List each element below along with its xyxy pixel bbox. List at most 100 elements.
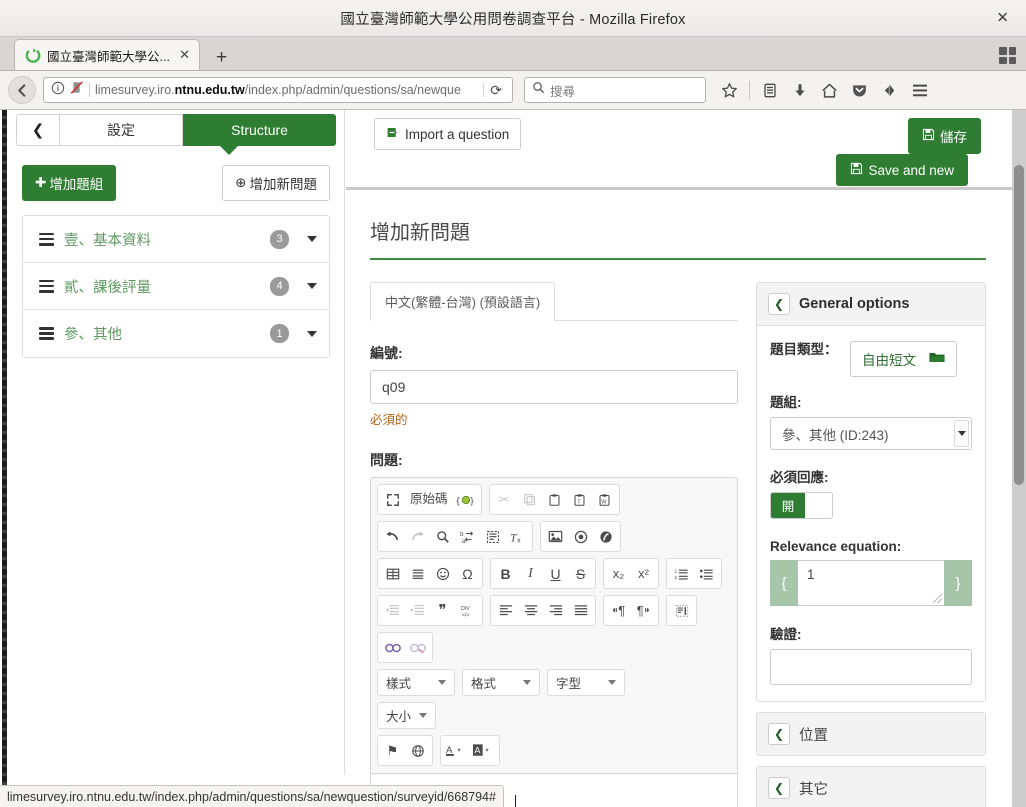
add-new-question-button[interactable]: ⊕ 增加新問題	[222, 165, 330, 201]
globe-icon[interactable]	[405, 738, 430, 763]
chevron-down-icon[interactable]	[954, 420, 969, 447]
unlink-icon[interactable]	[405, 635, 430, 660]
drag-handle-icon[interactable]	[39, 232, 54, 246]
save-and-new-button[interactable]: Save and new	[836, 154, 968, 186]
flash-icon[interactable]	[593, 524, 618, 549]
chevron-down-icon[interactable]	[307, 236, 317, 242]
question-type-button[interactable]: 自由短文	[850, 341, 957, 377]
chevron-down-icon[interactable]	[307, 283, 317, 289]
position-panel-header[interactable]: ❮ 位置	[757, 713, 985, 755]
paste-icon[interactable]	[542, 487, 567, 512]
back-arrow-icon[interactable]	[8, 76, 36, 104]
chevron-left-icon[interactable]: ❮	[768, 723, 790, 745]
question-group-row[interactable]: 貳、課後評量 4	[23, 263, 329, 310]
numbered-list-icon[interactable]: 1 2	[669, 561, 694, 586]
library-icon[interactable]	[756, 77, 783, 104]
paste-from-word-icon[interactable]: W	[592, 487, 617, 512]
strikethrough-icon[interactable]: S	[568, 561, 593, 586]
page-info-icon[interactable]	[51, 81, 65, 100]
question-group-select[interactable]: 參、其他 (ID:243)	[770, 417, 972, 450]
template-icon[interactable]: { }	[453, 487, 479, 512]
superscript-icon[interactable]: x²	[631, 561, 656, 586]
page-scrollbar[interactable]	[1012, 110, 1026, 807]
page-scrollbar-thumb[interactable]	[1014, 165, 1024, 485]
copy-icon[interactable]	[517, 487, 542, 512]
question-group-label[interactable]: 壹、基本資料	[64, 229, 260, 250]
image-icon[interactable]	[543, 524, 568, 549]
mandatory-toggle[interactable]: 開	[770, 492, 833, 519]
code-input[interactable]: q09	[370, 370, 738, 404]
maximize-icon[interactable]	[380, 487, 405, 512]
sidebar-tab-settings[interactable]: 設定	[60, 114, 184, 146]
text-direction-ltr-icon[interactable]: ⁌¶	[606, 598, 631, 623]
underline-icon[interactable]: U	[543, 561, 568, 586]
show-blocks-icon[interactable]	[669, 598, 694, 623]
browser-tab[interactable]: 國立臺灣師範大學公... ✕	[14, 39, 200, 70]
special-character-icon[interactable]: Ω	[455, 561, 480, 586]
question-group-row[interactable]: 壹、基本資料 3	[23, 216, 329, 263]
downloads-icon[interactable]	[786, 77, 813, 104]
bold-icon[interactable]: B	[493, 561, 518, 586]
window-close-button[interactable]: ✕	[991, 9, 1014, 28]
chevron-left-icon[interactable]: ❮	[768, 293, 790, 315]
tab-close-icon[interactable]: ✕	[176, 47, 193, 63]
other-panel-header[interactable]: ❮ 其它	[757, 767, 985, 807]
undo-icon[interactable]	[380, 524, 405, 549]
format-combo[interactable]: 格式	[462, 669, 540, 696]
decrease-indent-icon[interactable]	[380, 598, 405, 623]
flag-icon[interactable]: ⚑	[380, 738, 405, 763]
align-left-icon[interactable]	[493, 598, 518, 623]
find-icon[interactable]	[430, 524, 455, 549]
search-input[interactable]: 搜尋	[550, 81, 575, 100]
source-code-button[interactable]: 原始碼	[405, 487, 453, 512]
pocket-icon[interactable]	[846, 77, 873, 104]
add-question-group-button[interactable]: ✚ 增加題組	[22, 165, 117, 201]
select-all-icon[interactable]	[480, 524, 505, 549]
chevron-left-icon[interactable]: ❮	[768, 777, 790, 799]
remove-format-icon[interactable]: T x	[505, 524, 530, 549]
redo-icon[interactable]	[405, 524, 430, 549]
sync-icon[interactable]	[876, 77, 903, 104]
background-color-icon[interactable]: A	[470, 738, 497, 763]
home-icon[interactable]	[816, 77, 843, 104]
align-right-icon[interactable]	[543, 598, 568, 623]
url-bar[interactable]: limesurvey.iro.ntnu.edu.tw/index.php/adm…	[43, 77, 513, 103]
blockquote-icon[interactable]: ❞	[430, 598, 455, 623]
media-embed-icon[interactable]	[568, 524, 593, 549]
question-group-row[interactable]: 參、其他 1	[23, 310, 329, 357]
url-text[interactable]: limesurvey.iro.ntnu.edu.tw/index.php/adm…	[89, 83, 478, 97]
text-direction-rtl-icon[interactable]: ¶⁍	[631, 598, 656, 623]
drag-handle-icon[interactable]	[39, 279, 54, 293]
save-button[interactable]: 儲存	[908, 118, 981, 154]
textarea-resize-handle[interactable]	[933, 594, 942, 603]
tab-language-default[interactable]: 中文(繁體-台灣) (預設語言)	[370, 282, 556, 321]
cut-icon[interactable]: ✂	[492, 487, 517, 512]
search-bar[interactable]: 搜尋	[524, 77, 706, 103]
increase-indent-icon[interactable]	[405, 598, 430, 623]
replace-icon[interactable]: b a	[455, 524, 480, 549]
bulleted-list-icon[interactable]	[694, 561, 719, 586]
subscript-icon[interactable]: x₂	[606, 561, 631, 586]
reload-icon[interactable]: ⟳	[483, 83, 508, 97]
justify-icon[interactable]	[568, 598, 593, 623]
general-options-header[interactable]: ❮ General options	[757, 283, 985, 326]
validation-input[interactable]	[770, 649, 972, 685]
font-combo[interactable]: 字型	[547, 669, 625, 696]
chevron-down-icon[interactable]	[307, 330, 317, 337]
italic-icon[interactable]: I	[518, 561, 543, 586]
smiley-icon[interactable]	[430, 561, 455, 586]
horizontal-rule-icon[interactable]	[405, 561, 430, 586]
sidebar-tab-structure[interactable]: Structure	[183, 114, 336, 146]
hamburger-menu-icon[interactable]	[906, 77, 933, 104]
question-group-label[interactable]: 參、其他	[64, 323, 260, 344]
paste-as-text-icon[interactable]: T	[567, 487, 592, 512]
relevance-equation-input[interactable]: 1	[798, 560, 944, 606]
drag-handle-icon[interactable]	[39, 327, 54, 340]
bookmark-star-icon[interactable]	[716, 77, 743, 104]
new-tab-button[interactable]: +	[210, 48, 233, 67]
link-icon[interactable]	[380, 635, 405, 660]
size-combo[interactable]: 大小	[377, 702, 437, 729]
table-icon[interactable]	[380, 561, 405, 586]
sidebar-collapse-button[interactable]: ❮	[16, 114, 60, 146]
mixed-content-blocked-icon[interactable]	[70, 80, 84, 100]
